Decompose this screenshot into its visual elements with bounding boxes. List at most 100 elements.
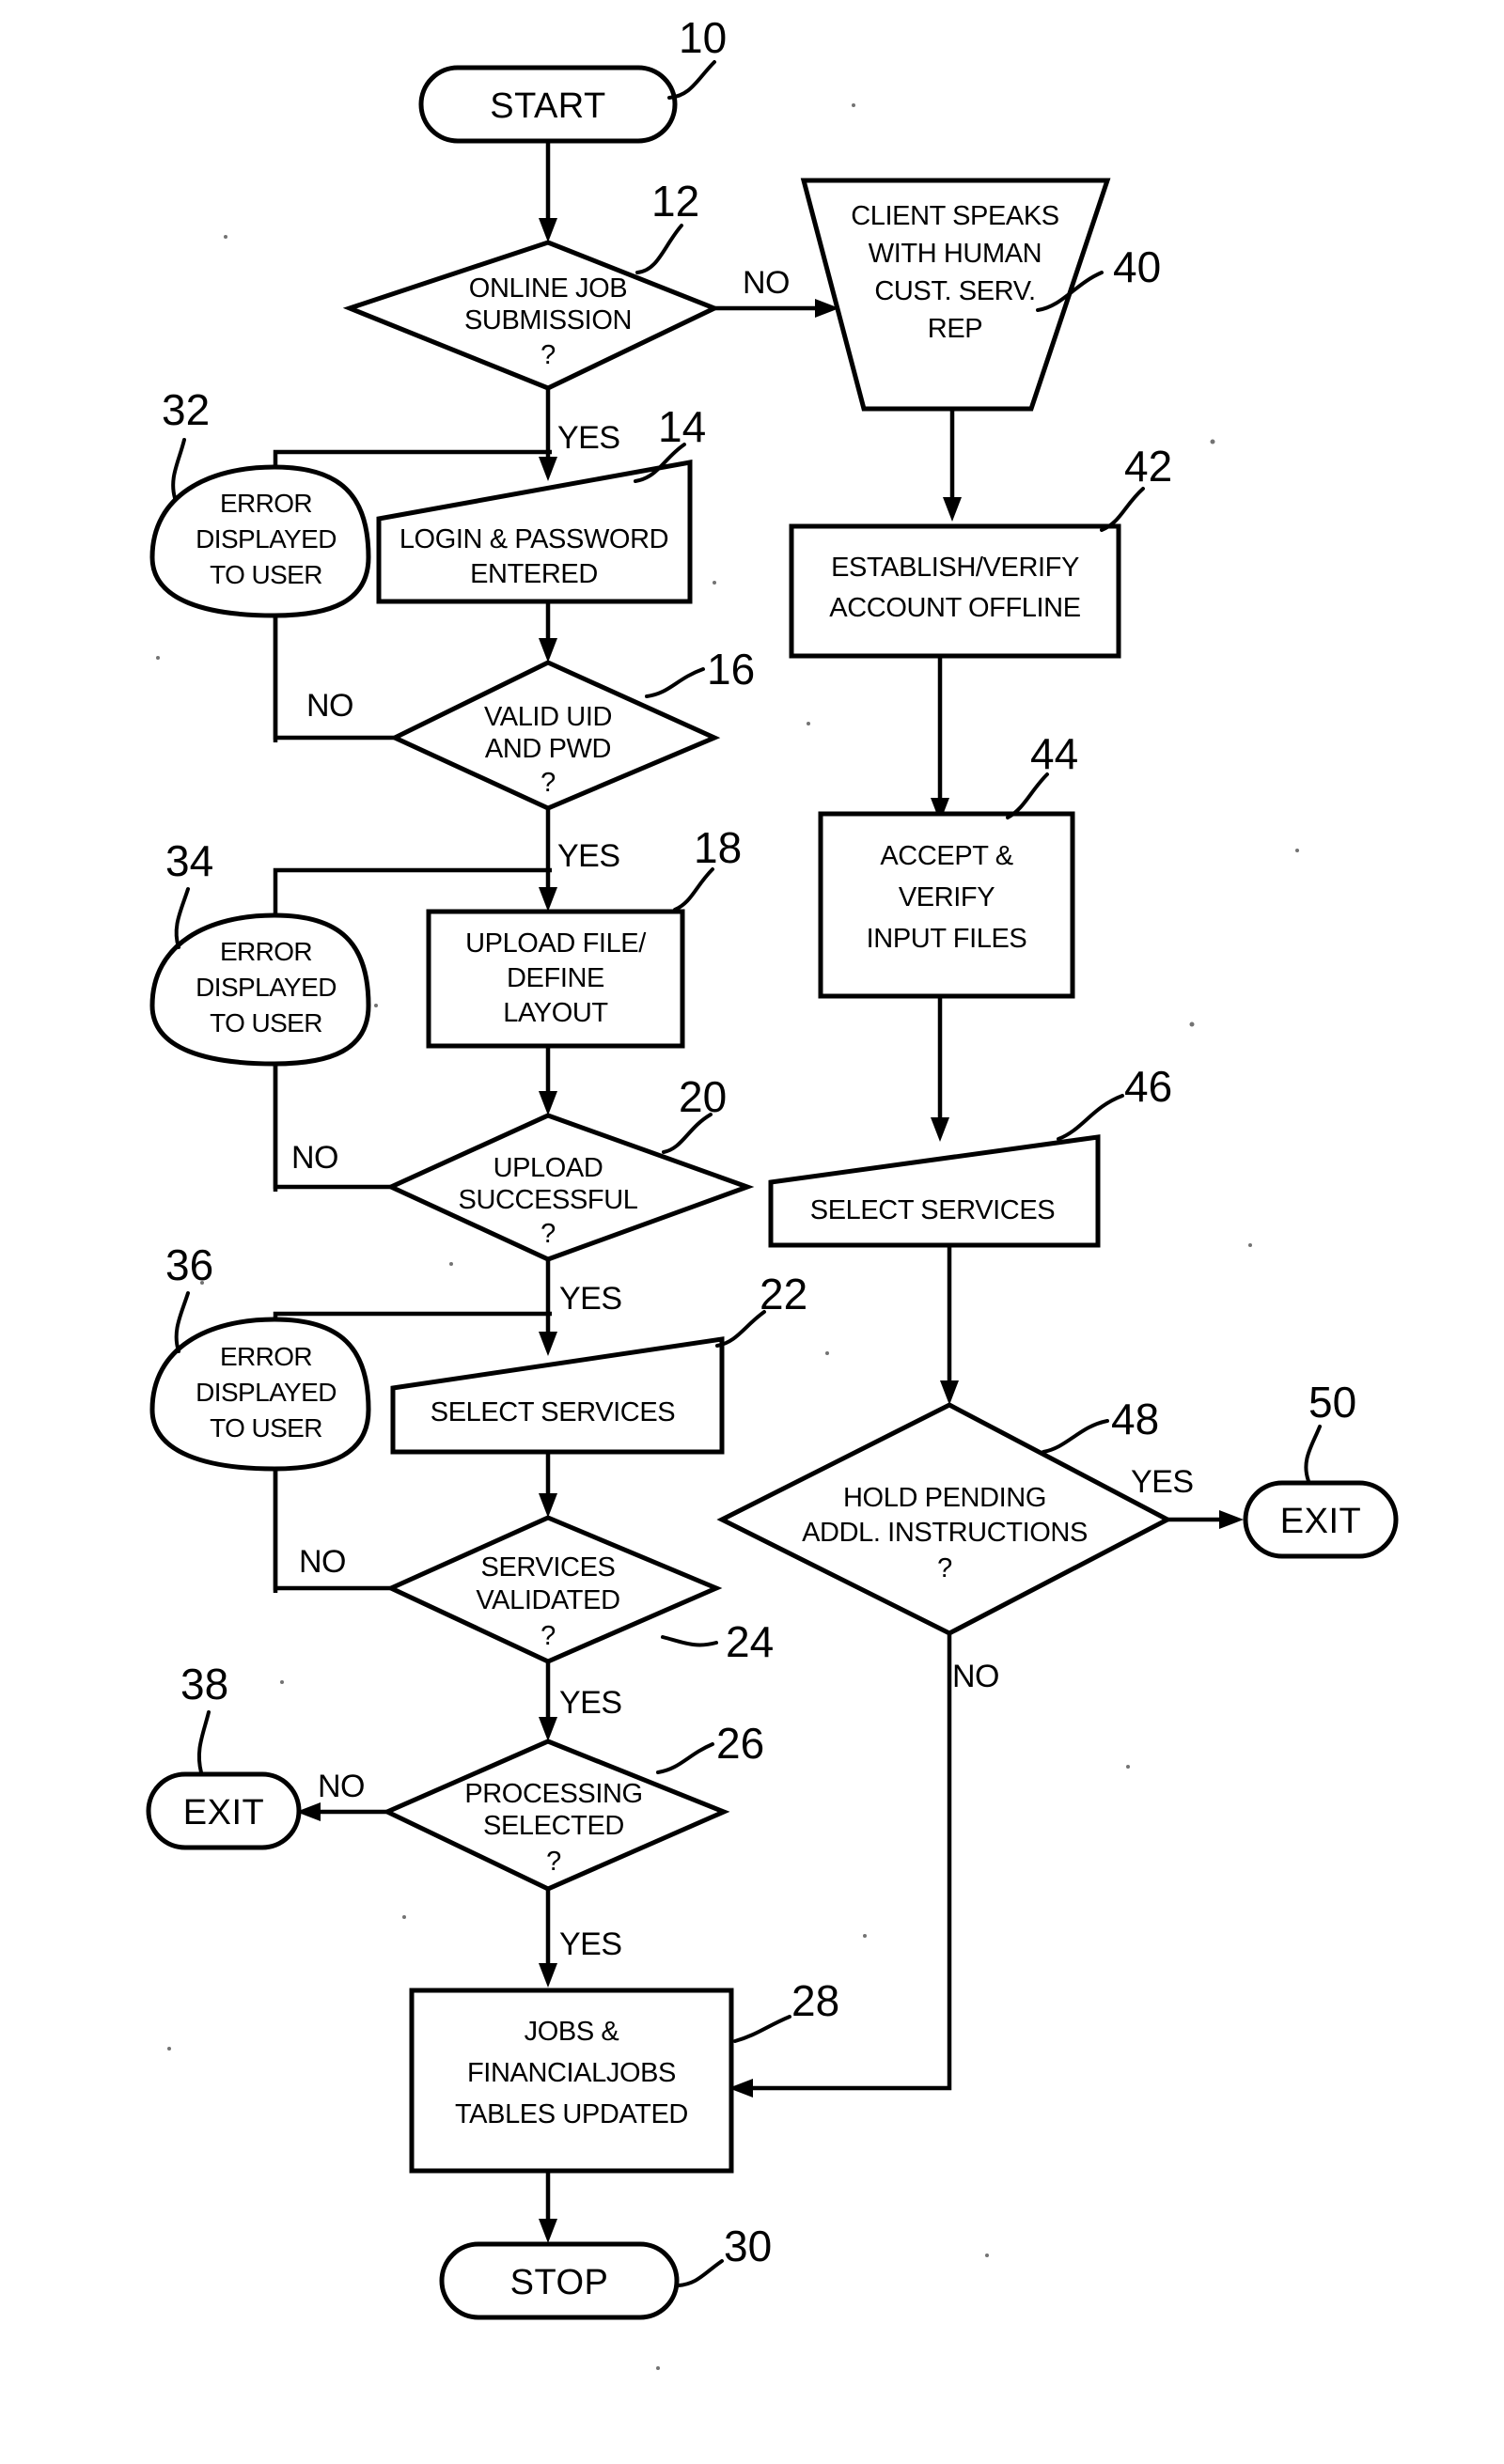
edge-processing-yes <box>539 1889 557 1988</box>
ref-numeral-24: 24 <box>726 1617 774 1666</box>
node-processing-selected[interactable]: PROCESSING SELECTED ? <box>382 1739 730 1892</box>
node-upload-successful-line3: ? <box>540 1219 556 1249</box>
edge-select-services46-to-hold <box>940 1245 959 1405</box>
edge-start-to-online-job <box>539 141 557 242</box>
node-client-speaks[interactable]: CLIENT SPEAKS WITH HUMAN CUST. SERV. REP <box>800 178 1111 412</box>
edge-label-services-validated-yes: YES <box>559 1685 622 1721</box>
edge-label-online-job-yes: YES <box>557 420 620 456</box>
ref-numeral-48: 48 <box>1111 1395 1159 1443</box>
node-accept-verify-line1: ACCEPT & <box>880 841 1012 871</box>
node-hold-pending[interactable]: HOLD PENDING ADDL. INSTRUCTIONS ? <box>716 1402 1173 1636</box>
ref-numeral-34: 34 <box>165 836 213 885</box>
node-services-validated-line2: VALIDATED <box>476 1585 619 1615</box>
node-valid-uid-line3: ? <box>540 768 556 798</box>
node-login-line2: ENTERED <box>470 559 598 589</box>
node-jobs-tables-line3: TABLES UPDATED <box>455 2099 688 2129</box>
node-upload-successful[interactable]: UPLOAD SUCCESSFUL ? <box>384 1113 755 1262</box>
node-error-34-line1: ERROR <box>220 937 312 966</box>
edge-upload-file-to-decision <box>539 1046 557 1115</box>
ref-numeral-42: 42 <box>1124 442 1172 491</box>
edge-select-services-to-validated <box>539 1452 557 1518</box>
ref-numeral-36: 36 <box>165 1240 213 1289</box>
node-exit-50[interactable]: EXIT <box>1243 1480 1399 1559</box>
node-online-job-line1: ONLINE JOB <box>469 273 627 304</box>
node-online-job-line3: ? <box>540 340 556 370</box>
edge-valid-uid-yes <box>539 808 557 912</box>
node-select-services-22[interactable]: SELECT SERVICES <box>390 1336 725 1455</box>
node-services-validated-line1: SERVICES <box>481 1552 616 1583</box>
edge-label-upload-no: NO <box>291 1140 338 1176</box>
node-accept-verify-line2: VERIFY <box>899 882 995 912</box>
node-error-34-line3: TO USER <box>210 1008 322 1037</box>
flowchart-sheet: CLIENT SPEAKS --> LOGIN --> UPLOAD FILE … <box>0 0 1504 2464</box>
node-error-32-line3: TO USER <box>210 560 322 589</box>
node-select-services-46-label: SELECT SERVICES <box>810 1195 1056 1225</box>
edge-accept-to-select-services <box>931 996 949 1142</box>
node-error-32[interactable]: ERROR DISPLAYED TO USER <box>149 464 371 618</box>
ref-numeral-46: 46 <box>1124 1062 1172 1111</box>
ref-numeral-12: 12 <box>651 177 699 226</box>
edge-hold-pending-no <box>728 1633 952 2098</box>
node-error-36-line1: ERROR <box>220 1342 312 1371</box>
node-error-36-line3: TO USER <box>210 1413 322 1443</box>
node-accept-verify-line3: INPUT FILES <box>867 924 1027 954</box>
edge-services-validated-yes <box>539 1661 557 1741</box>
node-select-services-46[interactable]: SELECT SERVICES <box>768 1134 1101 1248</box>
ref-numeral-30: 30 <box>724 2222 772 2270</box>
edge-label-processing-no: NO <box>318 1769 365 1804</box>
node-establish-verify[interactable]: ESTABLISH/VERIFY ACCOUNT OFFLINE <box>789 523 1121 659</box>
node-error-34-line2: DISPLAYED <box>196 973 337 1002</box>
edge-upload-yes <box>539 1259 557 1356</box>
node-establish-verify-line1: ESTABLISH/VERIFY <box>831 553 1079 583</box>
node-login-password[interactable]: LOGIN & PASSWORD ENTERED <box>376 460 693 604</box>
node-exit-50-label: EXIT <box>1280 1502 1361 1541</box>
ref-numeral-44: 44 <box>1030 729 1078 778</box>
edge-jobs-to-stop <box>539 2171 557 2243</box>
node-upload-file-line2: DEFINE <box>507 963 604 993</box>
flowchart-canvas: CLIENT SPEAKS --> LOGIN --> UPLOAD FILE … <box>146 13 1399 2370</box>
edge-label-valid-uid-yes: YES <box>557 838 620 874</box>
node-error-32-line1: ERROR <box>220 489 312 518</box>
node-hold-pending-line1: HOLD PENDING <box>843 1483 1046 1513</box>
node-stop[interactable]: STOP <box>439 2241 680 2320</box>
node-jobs-tables-line1: JOBS & <box>525 2017 619 2047</box>
edge-hold-pending-yes <box>1167 1510 1244 1529</box>
node-accept-verify[interactable]: ACCEPT & VERIFY INPUT FILES <box>818 811 1075 999</box>
edge-establish-to-accept <box>931 656 949 822</box>
node-client-speaks-line3: CUST. SERV. <box>874 276 1035 306</box>
node-upload-file-line3: LAYOUT <box>503 998 608 1028</box>
ref-numeral-38: 38 <box>180 1660 228 1708</box>
node-error-36[interactable]: ERROR DISPLAYED TO USER <box>149 1317 371 1472</box>
node-processing-selected-line3: ? <box>546 1847 561 1877</box>
node-login-line1: LOGIN & PASSWORD <box>400 524 668 554</box>
node-valid-uid-line2: AND PWD <box>485 734 611 764</box>
ref-numeral-40: 40 <box>1113 242 1161 291</box>
node-upload-file[interactable]: UPLOAD FILE/ DEFINE LAYOUT <box>426 909 685 1049</box>
node-establish-verify-line2: ACCOUNT OFFLINE <box>829 593 1080 623</box>
node-valid-uid[interactable]: VALID UID AND PWD ? <box>389 660 721 811</box>
ref-numeral-20: 20 <box>679 1072 727 1121</box>
edge-processing-no <box>296 1802 387 1821</box>
node-upload-successful-line1: UPLOAD <box>494 1153 603 1183</box>
node-client-speaks-line2: WITH HUMAN <box>869 239 1042 269</box>
node-valid-uid-line1: VALID UID <box>484 702 612 732</box>
node-start[interactable]: START <box>418 65 678 144</box>
node-upload-successful-line2: SUCCESSFUL <box>459 1185 638 1215</box>
node-exit-38[interactable]: EXIT <box>146 1771 302 1850</box>
node-online-job-submission[interactable]: ONLINE JOB SUBMISSION ? <box>342 240 721 391</box>
node-error-32-line2: DISPLAYED <box>196 524 337 554</box>
ref-numeral-14: 14 <box>658 402 706 451</box>
node-error-34[interactable]: ERROR DISPLAYED TO USER <box>149 912 371 1067</box>
ref-numeral-10: 10 <box>679 13 727 62</box>
edge-online-job-no <box>714 299 839 318</box>
ref-numeral-26: 26 <box>716 1719 764 1768</box>
node-hold-pending-line2: ADDL. INSTRUCTIONS <box>802 1518 1088 1548</box>
edge-label-upload-yes: YES <box>559 1281 622 1317</box>
node-jobs-tables[interactable]: JOBS & FINANCIALJOBS TABLES UPDATED <box>409 1988 734 2174</box>
edge-label-services-validated-no: NO <box>299 1544 346 1580</box>
ref-numeral-50: 50 <box>1308 1378 1356 1427</box>
edge-label-hold-pending-yes: YES <box>1131 1464 1194 1500</box>
edge-online-job-yes <box>539 388 557 481</box>
node-select-services-22-label: SELECT SERVICES <box>431 1397 676 1427</box>
node-hold-pending-line3: ? <box>937 1553 952 1583</box>
